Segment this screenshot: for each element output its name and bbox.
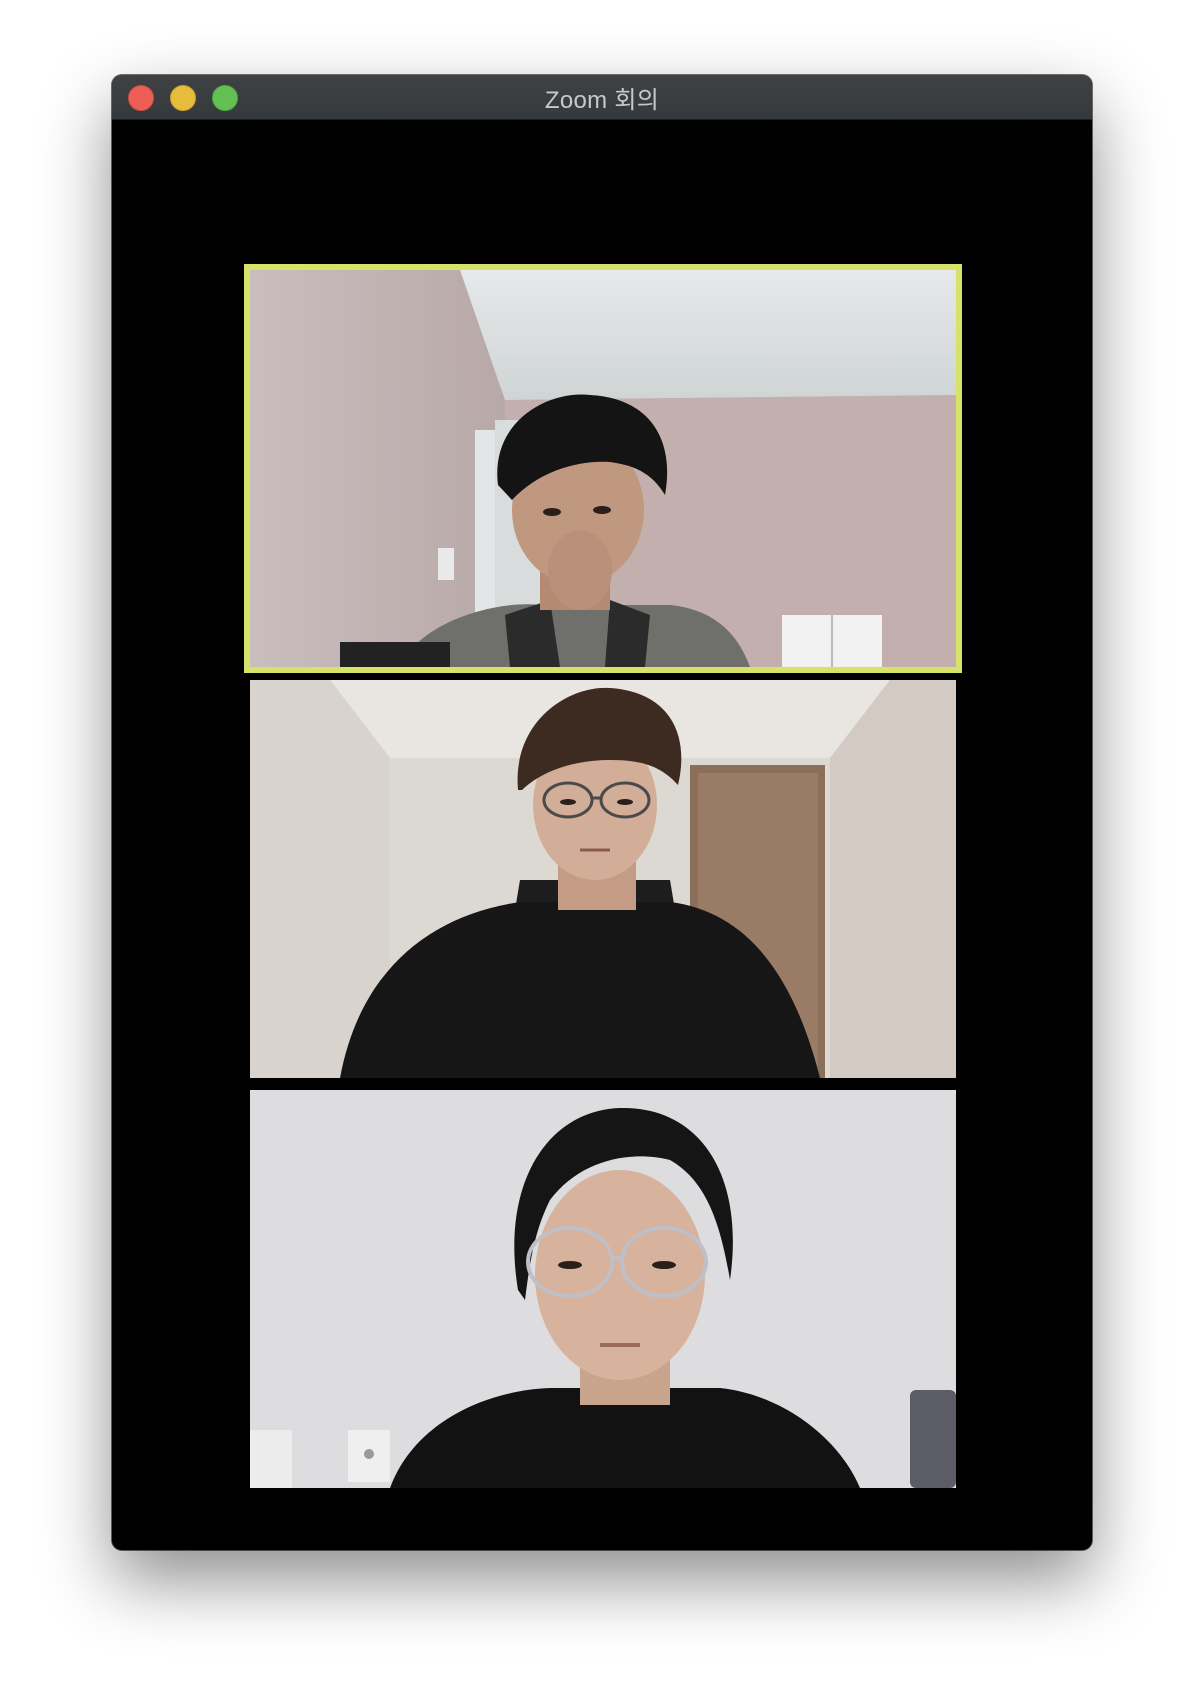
screen-background: Zoom 회의 xyxy=(0,0,1200,1692)
window-titlebar[interactable]: Zoom 회의 xyxy=(112,75,1092,120)
zoom-meeting-window[interactable]: Zoom 회의 xyxy=(112,75,1092,1550)
window-title: Zoom 회의 xyxy=(544,86,660,114)
participant-video-tile-2[interactable] xyxy=(250,680,956,1078)
minimize-icon[interactable] xyxy=(170,85,196,111)
close-icon[interactable] xyxy=(128,85,154,111)
maximize-icon[interactable] xyxy=(212,85,238,111)
participant-video-feed xyxy=(250,270,956,667)
participant-video-feed xyxy=(250,1090,956,1488)
gallery-view xyxy=(112,120,1092,1550)
window-controls xyxy=(128,85,238,111)
participant-video-feed xyxy=(250,680,956,1078)
participant-video-tile-3[interactable] xyxy=(250,1090,956,1488)
participant-video-tile-1[interactable] xyxy=(244,264,962,673)
